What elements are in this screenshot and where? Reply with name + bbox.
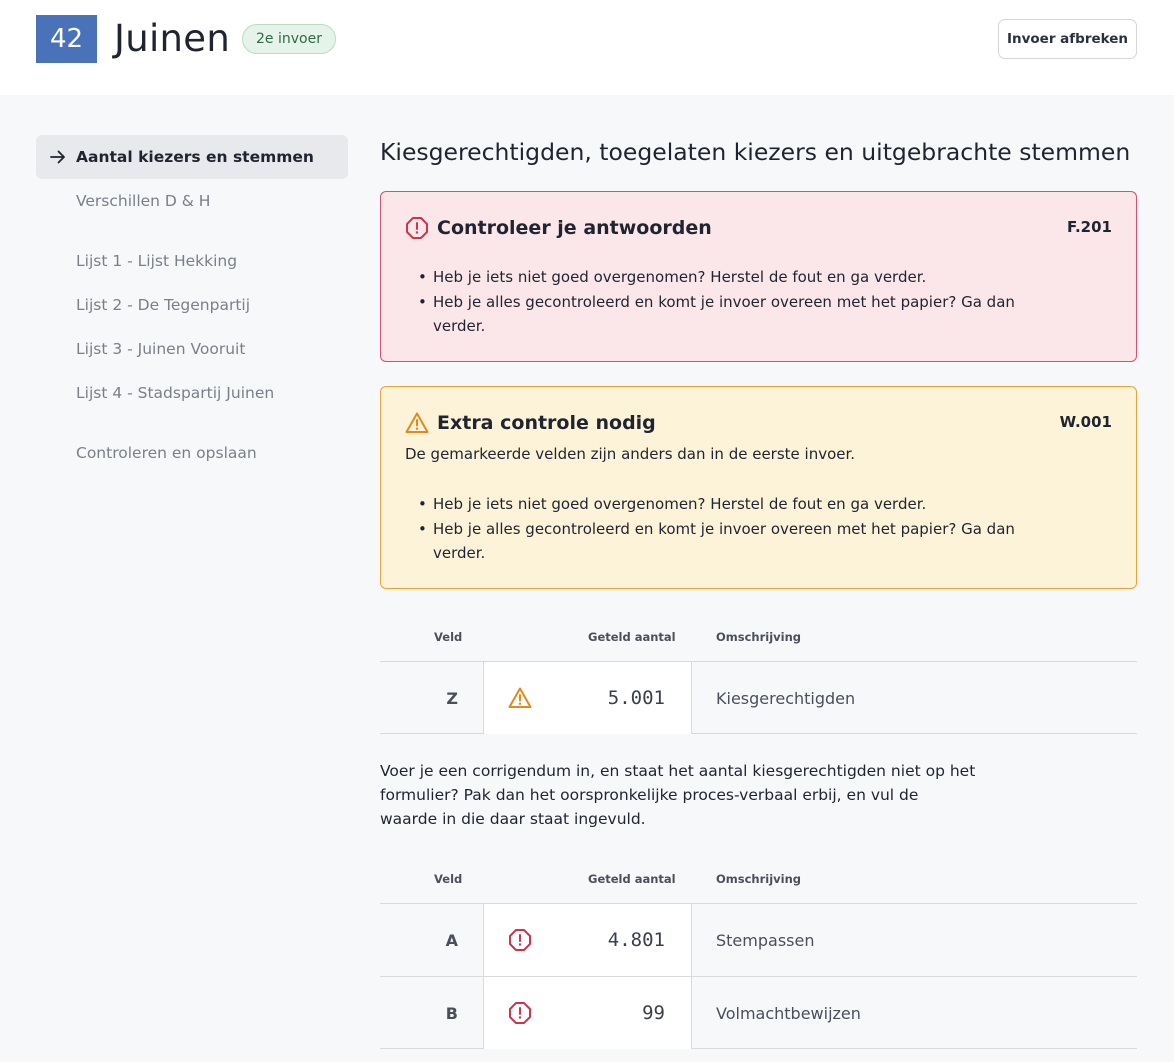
- error-alert-title: Controleer je antwoorden: [437, 217, 712, 239]
- field-description: Volmachtbewijzen: [716, 1003, 861, 1023]
- sidebar-item-label: Lijst 1 - Lijst Hekking: [76, 252, 238, 270]
- count-value: 4.801: [607, 929, 665, 951]
- count-value: 5.001: [607, 687, 665, 709]
- count-input-b[interactable]: 99: [483, 977, 692, 1049]
- sidebar-item-label: Verschillen D & H: [76, 192, 211, 210]
- error-alert-code: F.201: [1066, 218, 1112, 236]
- sidebar-item-list-4[interactable]: Lijst 4 - Stadspartij Juinen: [36, 371, 348, 415]
- column-header-field: Veld: [434, 630, 463, 644]
- error-octagon-icon: [509, 929, 531, 951]
- field-code: A: [445, 930, 458, 950]
- error-octagon-icon: [509, 1002, 531, 1024]
- field-description: Kiesgerechtigden: [716, 688, 856, 708]
- column-header-description: Omschrijving: [716, 630, 802, 644]
- list-item: Heb je iets niet goed overgenomen? Herst…: [418, 492, 1033, 517]
- sidebar-item-label: Lijst 2 - De Tegenpartij: [76, 296, 251, 314]
- sidebar-item-label: Controleren en opslaan: [76, 444, 257, 462]
- table-row: A 4.801 Stempassen: [380, 903, 1137, 976]
- sidebar-item-list-1[interactable]: Lijst 1 - Lijst Hekking: [36, 239, 348, 283]
- polling-station-number: 42: [36, 15, 97, 63]
- field-code: B: [445, 1003, 458, 1023]
- app-header: 42 Juinen 2e invoer Invoer afbreken: [0, 0, 1174, 95]
- municipality-title: Juinen: [114, 17, 231, 60]
- column-header-count: Geteld aantal: [588, 872, 676, 886]
- sidebar-item-voters-and-votes[interactable]: Aantal kiezers en stemmen: [36, 135, 348, 179]
- corrigendum-note: Voer je een corrigendum in, en staat het…: [380, 762, 976, 828]
- warning-alert: Extra controle nodig W.001 De gemarkeerd…: [380, 386, 1137, 589]
- list-item: Heb je iets niet goed overgenomen? Herst…: [418, 265, 1033, 290]
- list-item: Heb je alles gecontroleerd en komt je in…: [418, 290, 1033, 339]
- column-header-count: Geteld aantal: [588, 630, 676, 644]
- sidebar-item-check-and-save[interactable]: Controleren en opslaan: [36, 431, 348, 475]
- sidebar-item-list-2[interactable]: Lijst 2 - De Tegenpartij: [36, 283, 348, 327]
- field-code: Z: [446, 688, 458, 708]
- warning-alert-title: Extra controle nodig: [437, 412, 656, 434]
- warning-alert-list: Heb je iets niet goed overgenomen? Herst…: [418, 492, 1033, 566]
- count-input-a[interactable]: 4.801: [483, 904, 692, 976]
- sidebar-item-label: Lijst 3 - Juinen Vooruit: [76, 340, 246, 358]
- warning-alert-description: De gemarkeerde velden zijn anders dan in…: [405, 445, 856, 463]
- sidebar-item-list-3[interactable]: Lijst 3 - Juinen Vooruit: [36, 327, 348, 371]
- count-value: 99: [642, 1002, 665, 1024]
- error-alert: Controleer je antwoorden F.201 Heb je ie…: [380, 191, 1137, 362]
- table-row: B 99 Volmachtbewijzen: [380, 976, 1137, 1049]
- abort-entry-button[interactable]: Invoer afbreken: [998, 19, 1137, 59]
- sidebar-item-differences[interactable]: Verschillen D & H: [36, 179, 348, 223]
- arrow-right-icon: [50, 150, 65, 164]
- field-description: Stempassen: [716, 930, 815, 950]
- table-row: Z 5.001 Kiesgerechtigden: [380, 661, 1137, 734]
- error-octagon-icon: [406, 217, 428, 239]
- warning-triangle-icon: [508, 687, 532, 708]
- list-item: Heb je alles gecontroleerd en komt je in…: [418, 517, 1033, 566]
- count-input-z[interactable]: 5.001: [483, 662, 692, 734]
- error-alert-list: Heb je iets niet goed overgenomen? Herst…: [418, 265, 1033, 339]
- warning-alert-code: W.001: [1059, 413, 1112, 431]
- entry-badge: 2e invoer: [242, 24, 336, 54]
- column-header-description: Omschrijving: [716, 872, 802, 886]
- sidebar-item-label: Aantal kiezers en stemmen: [76, 148, 314, 166]
- sidebar-item-label: Lijst 4 - Stadspartij Juinen: [76, 384, 275, 402]
- warning-triangle-icon: [405, 412, 429, 433]
- column-header-field: Veld: [434, 872, 463, 886]
- page-title: Kiesgerechtigden, toegelaten kiezers en …: [380, 138, 1131, 166]
